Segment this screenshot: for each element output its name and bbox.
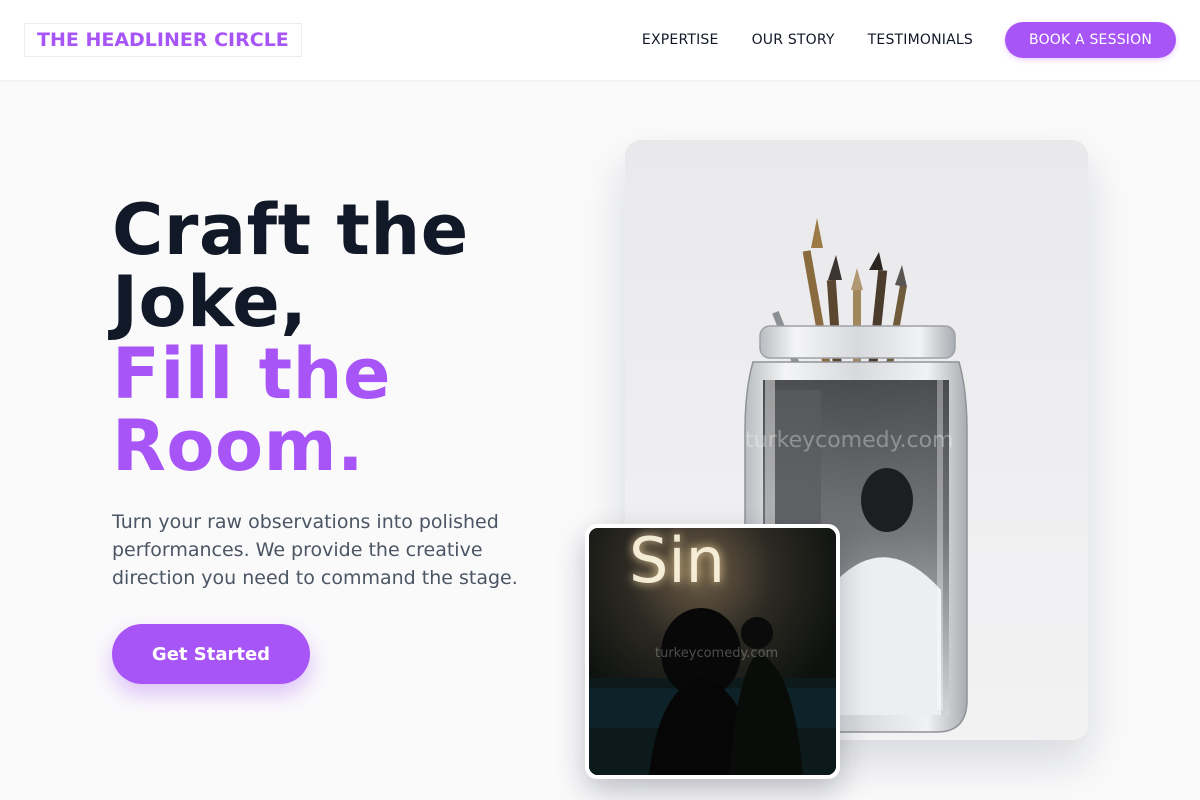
top-navbar: THE HEADLINER CIRCLE EXPERTISE OUR STORY… (0, 0, 1200, 80)
nav-link-testimonials[interactable]: TESTIMONIALS (868, 32, 973, 48)
hero-heading: Craft the Joke, Fill the Room. (112, 194, 469, 482)
inset-photo-watermark: turkeycomedy.com (655, 646, 779, 661)
neon-photo-frame: Sin turkeycomedy.com (589, 528, 836, 775)
neon-sign-photo: Sin turkeycomedy.com (585, 524, 840, 779)
nav-link-our-story[interactable]: OUR STORY (752, 32, 835, 48)
hero-description: Turn your raw observations into polished… (112, 511, 518, 589)
book-session-button[interactable]: BOOK A SESSION (1005, 22, 1176, 58)
neon-sign-text: Sin (629, 528, 725, 597)
hero-heading-line-4: Room. (112, 405, 365, 487)
main-photo-watermark: turkeycomedy.com (745, 428, 954, 453)
nav-links: EXPERTISE OUR STORY TESTIMONIALS BOOK A … (609, 22, 1176, 58)
nav-link-expertise[interactable]: EXPERTISE (642, 32, 719, 48)
brand-logo[interactable]: THE HEADLINER CIRCLE (24, 23, 302, 57)
hero-heading-line-1: Craft the (112, 189, 469, 271)
hero-heading-line-3: Fill the (112, 333, 391, 415)
hero-heading-line-2: Joke, (112, 261, 308, 343)
get-started-button[interactable]: Get Started (112, 624, 310, 684)
